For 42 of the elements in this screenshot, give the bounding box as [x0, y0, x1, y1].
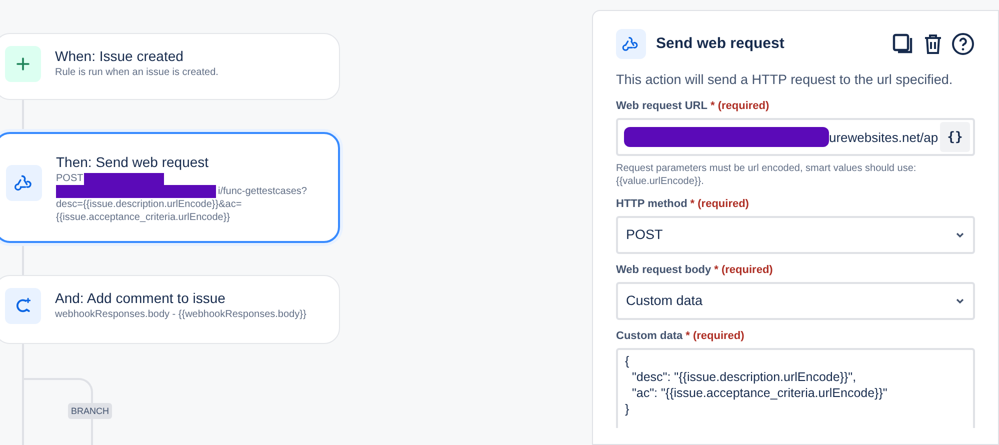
chevron-down-icon: [955, 230, 965, 240]
step-detail: Rule is run when an issue is created.: [55, 66, 218, 79]
webhook-icon: [616, 29, 646, 59]
step-title: Then: Send web request: [56, 153, 210, 172]
field-label: Web request body: [616, 263, 712, 278]
step-title: And: Add comment to issue: [55, 289, 226, 308]
panel-description: This action will send a HTTP request to the url specified.: [616, 71, 954, 89]
panel-title: Send web request: [656, 34, 784, 54]
step-detail: {{issue.acceptance_criteria.urlEncode}}: [56, 211, 230, 224]
required-label: * (required): [690, 197, 749, 212]
step-detail: i/func-gettestcases?: [218, 185, 307, 198]
url-value: urewebsites.net/ap: [829, 128, 938, 147]
step-title: When: Issue created: [55, 47, 184, 66]
step-card[interactable]: Then: Send web request POST i/func-gettestcases? desc={{issue.description.urlEncode}}&ac= {{issue.acceptance_criteria.urlEncode}}: [0, 132, 340, 243]
comment-icon: [5, 288, 41, 324]
custom-data-field[interactable]: { "desc": "{{issue.description.urlEncode}}", "ac": "{{issue.acceptance_criteria.urlEncode}}" }: [616, 348, 975, 428]
select-field[interactable]: Custom data: [616, 282, 975, 320]
step-detail: POST: [56, 172, 84, 185]
step-detail: webhookResponses.body - {{webhookResponses.body}}: [55, 308, 306, 321]
field-help: Request parameters must be url encoded, smart values should use: {{value.urlEncode}}.: [616, 162, 918, 188]
field-label: Custom data: [616, 329, 683, 344]
webhook-icon: [6, 165, 42, 201]
chevron-down-icon: [955, 296, 965, 306]
code-line: "desc": "{{issue.description.urlEncode}}",: [630, 369, 858, 386]
code-line: "ac": "{{issue.acceptance_criteria.urlEncode}}": [630, 385, 888, 402]
code-line: {: [625, 353, 630, 370]
step-detail: desc={{issue.description.urlEncode}}&ac=: [56, 198, 242, 211]
required-label: * (required): [714, 263, 773, 278]
help-icon[interactable]: [951, 32, 975, 56]
plus-icon: [5, 46, 41, 82]
select-field[interactable]: POST: [616, 216, 975, 254]
required-label: * (required): [710, 99, 770, 114]
copy-icon[interactable]: [891, 32, 915, 56]
code-line: }: [625, 401, 630, 418]
branch-label: BRANCH: [68, 403, 112, 419]
step-card[interactable]: And: Add comment to issue webhookResponses.body - {{webhookResponses.body}}: [0, 275, 340, 344]
field-label: HTTP method: [616, 197, 688, 212]
url-field[interactable]: urewebsites.net/ap {}: [616, 118, 975, 156]
step-card[interactable]: When: Issue created Rule is run when an issue is created.: [0, 33, 340, 100]
required-label: * (required): [686, 329, 744, 344]
field-label: Web request URL: [616, 99, 708, 114]
smart-value-button[interactable]: {}: [940, 122, 970, 152]
